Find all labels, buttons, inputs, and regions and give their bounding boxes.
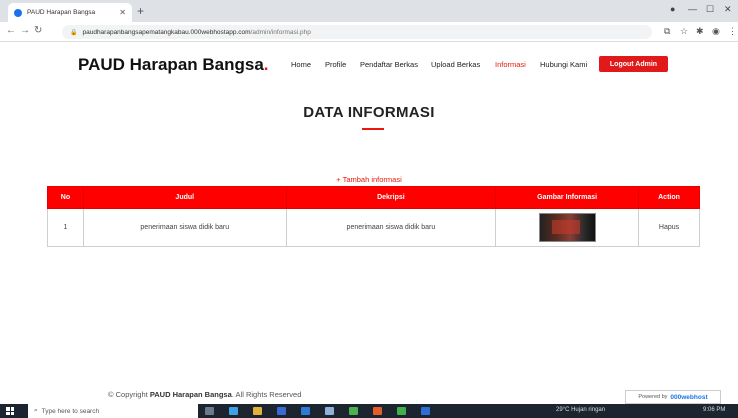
table-header-row: No Judul Dekripsi Gambar Informasi Actio… xyxy=(47,186,700,209)
powered-by-label: Powered by xyxy=(638,394,668,400)
nav-informasi[interactable]: Informasi xyxy=(495,60,526,69)
task-view-icon[interactable] xyxy=(205,407,214,415)
table-row: 1 penerimaan siswa didik baru penerimaan… xyxy=(47,208,700,247)
cell-gambar xyxy=(495,208,640,247)
xbox-icon[interactable] xyxy=(349,407,358,415)
nav-profile[interactable]: Profile xyxy=(325,60,346,69)
url-host: paudharapanbangsapematangkabau.000webhos… xyxy=(82,28,251,36)
weather-widget[interactable]: 29°C Hujan ringan xyxy=(556,407,605,413)
chrome-icon[interactable] xyxy=(397,407,406,415)
store-icon[interactable] xyxy=(277,407,286,415)
browser-tab[interactable]: PAUD Harapan Bangsa ✕ xyxy=(8,3,132,22)
column-header-deskripsi: Dekripsi xyxy=(285,186,497,209)
title-underline xyxy=(362,128,384,130)
url-path: /admin/informasi.php xyxy=(250,28,311,36)
maximize-icon[interactable]: ☐ xyxy=(706,4,714,15)
forward-icon[interactable]: → xyxy=(20,25,30,36)
profile-dot-icon[interactable]: ● xyxy=(670,4,675,14)
column-header-gambar: Gambar Informasi xyxy=(495,186,640,209)
page-title: DATA INFORMASI xyxy=(303,104,435,121)
avatar[interactable]: ◉ xyxy=(712,26,720,37)
cell-judul: penerimaan siswa didik baru xyxy=(82,208,287,247)
powered-host-label: 000webhost xyxy=(670,393,708,401)
informasi-table: No Judul Dekripsi Gambar Informasi Actio… xyxy=(47,186,700,247)
firefox-icon[interactable] xyxy=(373,407,382,415)
extensions-icon[interactable]: ✱ xyxy=(696,26,704,37)
column-header-judul: Judul xyxy=(82,186,287,209)
file-explorer-icon[interactable] xyxy=(253,407,262,415)
search-icon: ⌕ xyxy=(34,407,38,414)
logout-admin-button[interactable]: Logout Admin xyxy=(599,56,668,72)
search-placeholder: Type here to search xyxy=(41,407,100,415)
clock-time[interactable]: 9:06 PM xyxy=(703,407,725,413)
cell-deskripsi: penerimaan siswa didik baru xyxy=(285,208,497,247)
url-input[interactable]: 🔒 paudharapanbangsapematangkabau.000webh… xyxy=(62,25,652,39)
hapus-link[interactable]: Hapus xyxy=(659,224,679,231)
powered-by-badge[interactable]: Powered by 000webhost xyxy=(625,390,721,404)
mail-icon[interactable] xyxy=(301,407,310,415)
nav-hubungi-kami[interactable]: Hubungi Kami xyxy=(540,60,587,69)
menu-kebab-icon[interactable]: ⋮ xyxy=(728,26,737,37)
brand-logo[interactable]: PAUD Harapan Bangsa. xyxy=(78,55,269,75)
copyright-text: © Copyright PAUD Harapan Bangsa. All Rig… xyxy=(108,390,301,399)
app-icon[interactable] xyxy=(325,407,334,415)
translate-icon[interactable]: ⧉ xyxy=(664,26,670,37)
taskbar-search-input[interactable]: ⌕ Type here to search xyxy=(28,404,198,418)
windows-start-icon[interactable] xyxy=(6,407,14,415)
brand-text: PAUD Harapan Bangsa xyxy=(78,55,264,74)
cell-no: 1 xyxy=(47,208,84,247)
minimize-icon[interactable]: — xyxy=(688,4,697,14)
copyright-suffix: . All Rights Reserved xyxy=(231,390,302,399)
reload-icon[interactable]: ↻ xyxy=(34,25,42,36)
tab-title: PAUD Harapan Bangsa xyxy=(27,9,96,16)
copyright-prefix: © Copyright xyxy=(108,390,148,399)
cell-action: Hapus xyxy=(638,208,700,247)
nav-pendaftar-berkas[interactable]: Pendaftar Berkas xyxy=(360,60,418,69)
nav-home[interactable]: Home xyxy=(291,60,311,69)
new-tab-icon[interactable]: + xyxy=(137,4,144,18)
back-icon[interactable]: ← xyxy=(6,25,16,36)
edge-icon[interactable] xyxy=(229,407,238,415)
close-window-icon[interactable]: ✕ xyxy=(724,4,732,15)
browser-tab-bar: PAUD Harapan Bangsa ✕ + ● — ☐ ✕ xyxy=(0,0,738,22)
brand-dot: . xyxy=(263,55,269,74)
nav-upload-berkas[interactable]: Upload Berkas xyxy=(431,60,480,69)
close-tab-icon[interactable]: ✕ xyxy=(119,8,126,17)
word-icon[interactable] xyxy=(421,407,430,415)
copyright-brand: PAUD Harapan Bangsa xyxy=(149,390,232,399)
informasi-thumbnail[interactable] xyxy=(538,213,596,242)
address-bar-row: ← → ↻ 🔒 paudharapanbangsapematangkabau.0… xyxy=(0,22,738,42)
column-header-no: No xyxy=(47,186,84,209)
favicon-icon xyxy=(14,8,22,17)
site-header: PAUD Harapan Bangsa. Home Profile Pendaf… xyxy=(0,48,738,84)
bookmark-star-icon[interactable]: ☆ xyxy=(680,26,688,37)
column-header-action: Action xyxy=(638,186,700,209)
lock-icon: 🔒 xyxy=(70,29,78,36)
windows-taskbar: ⌕ Type here to search 29°C Hujan ringan … xyxy=(0,404,738,418)
add-informasi-link[interactable]: + Tambah informasi xyxy=(336,175,402,184)
